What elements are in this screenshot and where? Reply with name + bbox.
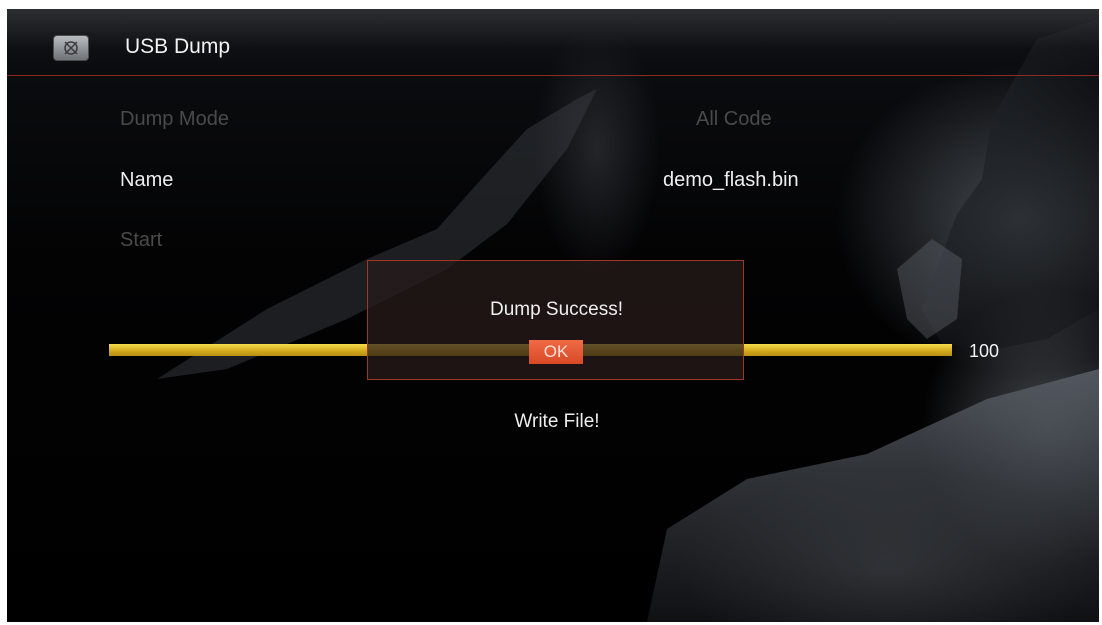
header-bar: USB Dump bbox=[7, 9, 1099, 76]
name-value[interactable]: demo_flash.bin bbox=[663, 169, 799, 192]
tools-icon bbox=[53, 35, 89, 61]
dump-success-dialog: Dump Success! OK bbox=[367, 260, 744, 380]
name-label[interactable]: Name bbox=[120, 169, 173, 192]
dump-mode-label[interactable]: Dump Mode bbox=[120, 108, 229, 131]
dump-mode-value[interactable]: All Code bbox=[696, 108, 772, 131]
usb-dump-screen: USB Dump Dump Mode All Code Name demo_fl… bbox=[7, 9, 1099, 622]
status-text: Write File! bbox=[514, 411, 600, 432]
start-label[interactable]: Start bbox=[120, 229, 162, 252]
dialog-message: Dump Success! bbox=[489, 299, 624, 320]
progress-value: 100 bbox=[969, 341, 1000, 361]
page-title: USB Dump bbox=[125, 35, 231, 58]
figure-suit-shape bbox=[647, 369, 1099, 622]
ok-button[interactable]: OK bbox=[529, 340, 583, 364]
